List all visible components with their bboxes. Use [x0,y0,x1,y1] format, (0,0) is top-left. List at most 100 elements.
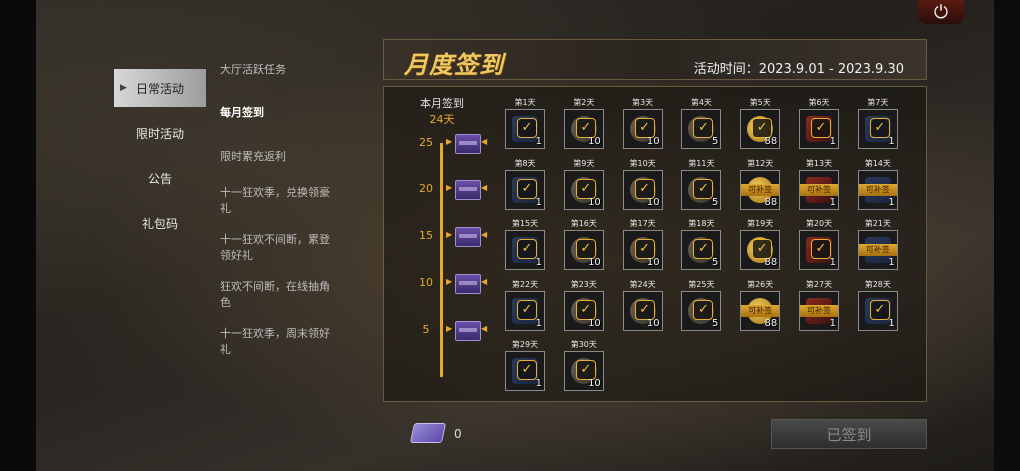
reward-slot[interactable]: ✓ 1 [857,109,898,149]
day-label: 第27天 [805,279,833,289]
nav-item-label: 日常活动 [135,81,184,96]
reward-slot[interactable]: ✓ 10 [563,169,604,210]
checkmark-icon: ✓ [693,118,714,138]
reward-slot[interactable]: 可补签 1 [799,169,839,210]
resign-card-count: 0 [454,427,462,441]
resign-ribbon: 可补签 [800,183,838,196]
day-cell[interactable]: 第16天 ✓ 10 [563,218,605,270]
activity-item-monthly-signin[interactable]: 每月签到 [220,105,340,121]
reward-slot[interactable]: ✓ 5 [681,109,722,149]
reward-slot[interactable]: ✓ 88 [740,230,781,270]
day-cell[interactable]: 第12天 可补签 88 [739,158,781,210]
day-cell[interactable]: 第27天 可补签 1 [798,279,840,331]
milestone-15[interactable]: 15 ▶ ◀ [418,225,488,249]
nav-item-limited[interactable]: 限时活动 [114,114,206,152]
day-cell[interactable]: 第17天 ✓ 10 [622,218,664,270]
reward-slot[interactable]: ✓ 1 [505,109,545,149]
reward-slot[interactable]: ✓ 10 [563,109,604,149]
reward-slot[interactable]: ✓ 1 [857,290,898,331]
reward-slot[interactable]: ✓ 5 [681,169,722,210]
reward-slot[interactable]: ✓ 10 [563,230,604,270]
reward-count: 10 [646,317,660,329]
reward-count: 1 [535,317,542,329]
reward-slot[interactable]: ✓ 10 [563,351,604,391]
arrow-right-icon: ▶ [446,137,453,146]
checkmark-icon: ✓ [517,299,537,320]
reward-slot[interactable]: ✓ 5 [681,230,722,270]
day-cell[interactable]: 第11天 ✓ 5 [680,158,722,210]
milestone-10[interactable]: 10 ▶ ◀ [418,272,488,296]
reward-slot[interactable]: ✓ 1 [799,109,839,149]
reward-slot[interactable]: ✓ 10 [622,169,663,210]
day-cell[interactable]: 第29天 ✓ 1 [504,339,546,391]
reward-slot[interactable]: 可补签 88 [740,169,781,210]
day-cell[interactable]: 第28天 ✓ 1 [857,279,899,331]
reward-slot[interactable]: 可补签 1 [857,169,898,210]
day-cell[interactable]: 第15天 ✓ 1 [504,218,546,270]
day-cell[interactable]: 第19天 ✓ 88 [739,218,781,270]
day-cell[interactable]: 第1天 ✓ 1 [504,97,546,149]
reward-slot[interactable]: ✓ 1 [799,230,839,270]
activity-item-exchange[interactable]: 十一狂欢季，兑换领豪礼 [220,185,340,217]
day-cell[interactable]: 第9天 ✓ 10 [563,158,605,210]
day-cell[interactable]: 第18天 ✓ 5 [680,218,722,270]
activity-item-online-draw[interactable]: 狂欢不间断，在线抽角色 [220,279,340,311]
activity-item-login-rewards[interactable]: 十一狂欢不间断，累登领好礼 [220,232,340,264]
reward-slot[interactable]: ✓ 10 [622,109,663,149]
reward-slot[interactable]: ✓ 10 [622,290,663,331]
activity-item-recharge-rebate[interactable]: 限时累充返利 [220,149,340,165]
day-label: 第1天 [514,98,536,107]
signed-button[interactable]: 已签到 [771,419,927,449]
nav-item-giftcode[interactable]: 礼包码 [114,204,206,242]
reward-count: 88 [764,196,778,208]
reward-slot[interactable]: 可补签 1 [799,290,839,331]
reward-slot[interactable]: 可补签 88 [740,290,781,331]
reward-count: 1 [829,136,836,147]
day-cell[interactable]: 第8天 ✓ 1 [504,158,546,210]
milestone-20[interactable]: 20 ▶ ◀ [418,178,488,202]
checkmark-icon: ✓ [517,178,537,199]
day-label: 第28天 [864,279,891,289]
checkmark-icon: ✓ [869,299,890,320]
reward-slot[interactable]: ✓ 5 [681,290,722,331]
reward-slot[interactable]: ✓ 10 [622,230,663,270]
reward-count: 1 [888,317,895,329]
day-label: 第15天 [511,219,539,228]
reward-slot[interactable]: ✓ 1 [505,169,545,210]
day-cell[interactable]: 第2天 ✓ 10 [563,97,605,149]
day-cell[interactable]: 第30天 ✓ 10 [563,339,605,391]
reward-slot[interactable]: ✓ 1 [505,290,545,331]
reward-slot[interactable]: 可补签 1 [857,230,898,270]
activity-item-lobby-tasks[interactable]: 大厅活跃任务 [220,62,340,78]
reward-count: 88 [764,317,778,329]
activity-item-weekend-rewards[interactable]: 十一狂欢季，周末领好礼 [220,326,340,358]
reward-slot[interactable]: ✓ 1 [505,351,545,391]
day-cell[interactable]: 第26天 可补签 88 [739,279,781,331]
day-cell[interactable]: 第3天 ✓ 10 [622,97,664,149]
day-cell[interactable]: 第20天 ✓ 1 [798,218,840,270]
nav-item-daily[interactable]: ▶ 日常活动 [114,69,206,107]
day-cell[interactable]: 第4天 ✓ 5 [680,97,722,149]
day-cell[interactable]: 第23天 ✓ 10 [563,279,605,331]
day-cell[interactable]: 第13天 可补签 1 [798,158,840,210]
day-cell[interactable]: 第21天 可补签 1 [857,218,899,270]
reward-count: 88 [764,136,778,147]
reward-slot[interactable]: ✓ 10 [563,290,604,331]
day-cell[interactable]: 第25天 ✓ 5 [680,279,722,331]
reward-slot[interactable]: ✓ 1 [505,230,545,270]
milestone-5[interactable]: 5 ▶ ◀ [418,319,488,343]
day-cell[interactable]: 第24天 ✓ 10 [622,279,664,331]
day-label: 第18天 [688,219,715,228]
milestone-25[interactable]: 25 ▶ ◀ [418,132,488,156]
day-cell[interactable]: 第7天 ✓ 1 [857,97,899,149]
checkmark-icon: ✓ [634,118,655,138]
day-cell[interactable]: 第14天 可补签 1 [857,158,899,210]
reward-slot[interactable]: ✓ 88 [740,109,781,149]
nav-item-notice[interactable]: 公告 [114,159,206,197]
day-cell[interactable]: 第6天 ✓ 1 [798,97,840,149]
power-button[interactable]: ⏻ [918,0,964,24]
day-cell[interactable]: 第5天 ✓ 88 [739,97,781,149]
day-cell[interactable]: 第10天 ✓ 10 [622,158,664,210]
day-cell[interactable]: 第22天 ✓ 1 [504,279,546,331]
reward-count: 10 [588,317,601,329]
